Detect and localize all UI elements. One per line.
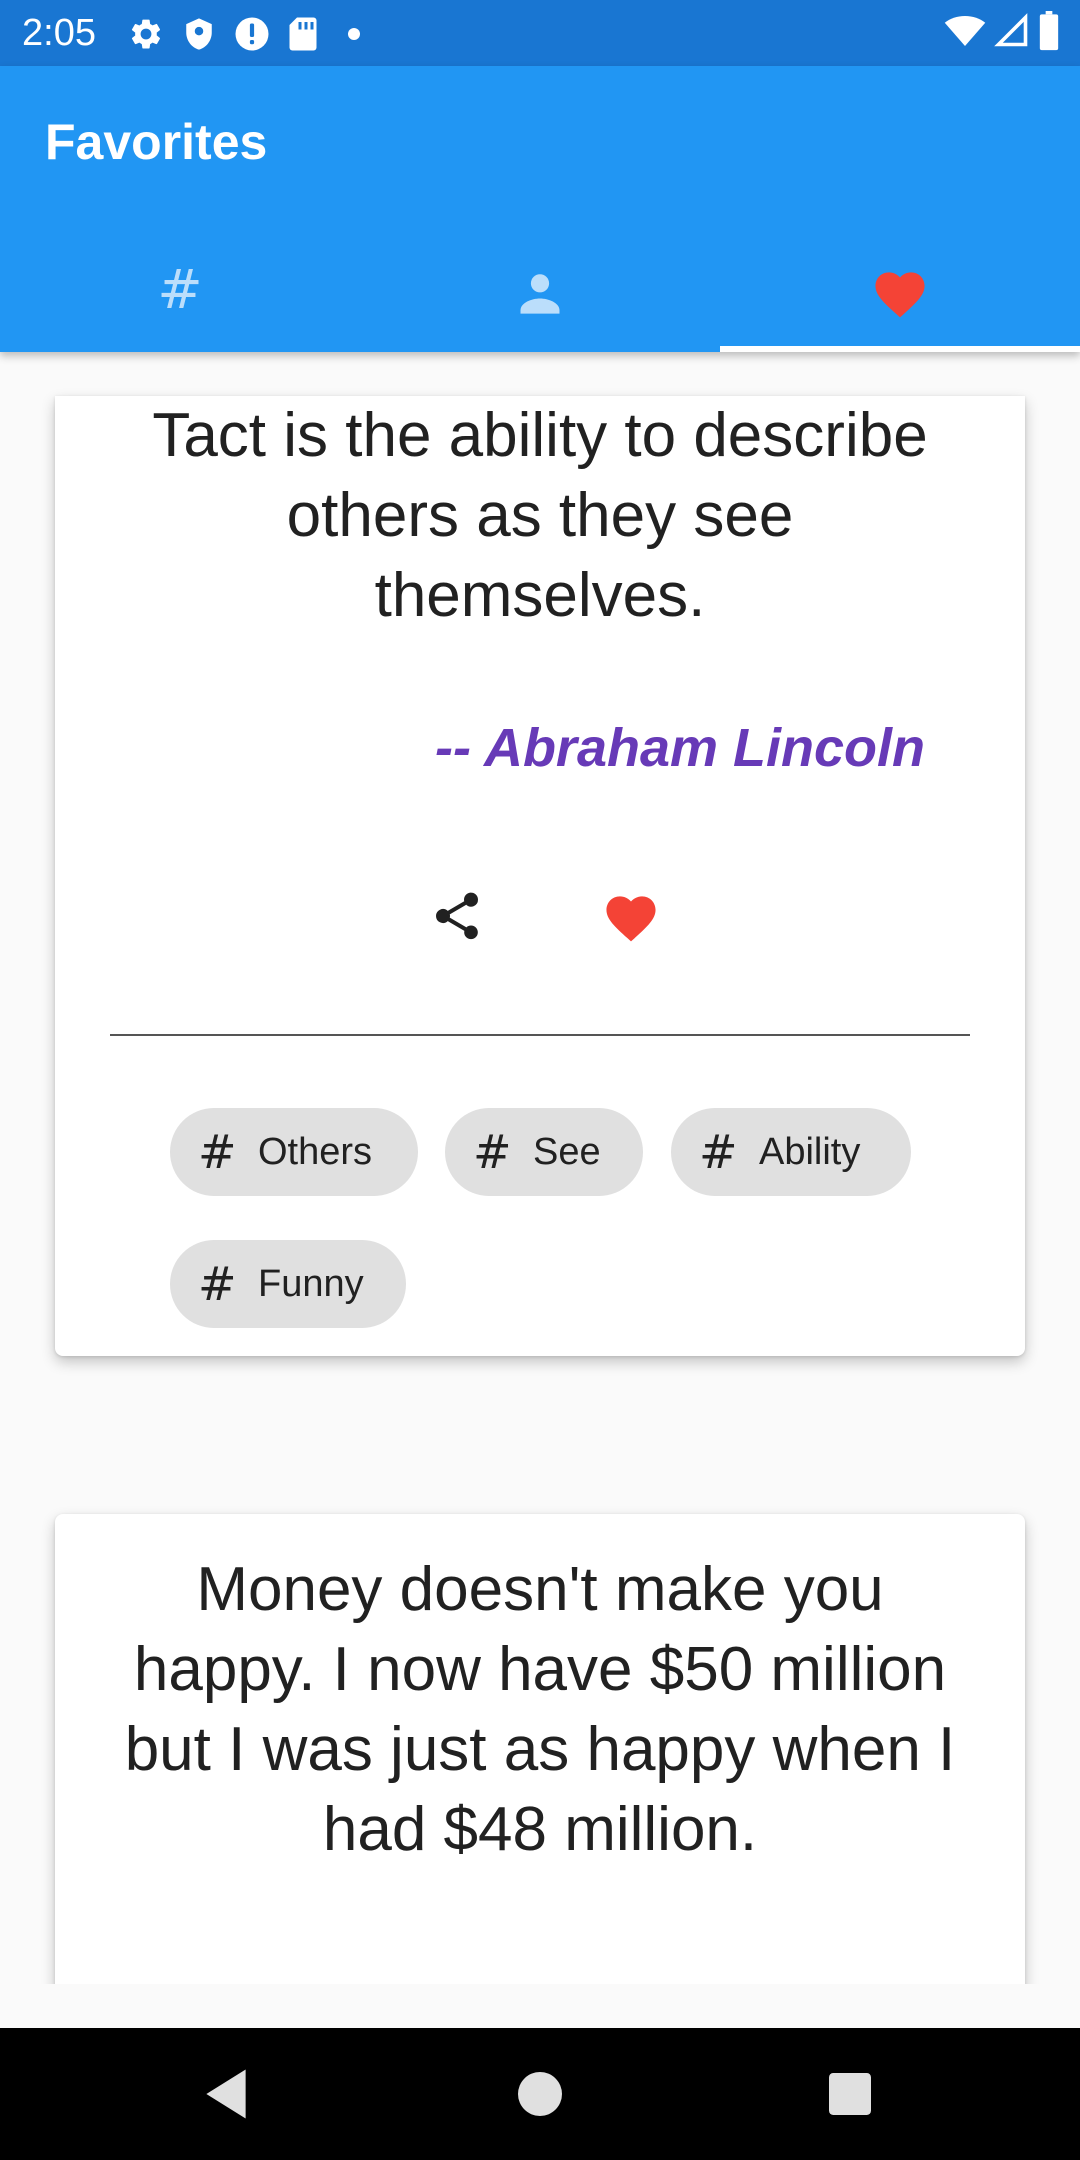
quote-author[interactable]: -- Abraham Lincoln (435, 716, 925, 780)
divider (110, 1034, 970, 1036)
status-time: 2:05 (22, 12, 96, 54)
heart-icon (870, 272, 930, 319)
hash-icon: # (198, 1125, 237, 1179)
home-icon (518, 2072, 562, 2116)
hash-icon: # (157, 258, 203, 321)
quote-card: Tact is the ability to describe others a… (55, 396, 1025, 1356)
wifi-icon (944, 13, 986, 54)
heart-icon (601, 889, 661, 943)
dot-icon (336, 16, 372, 52)
favorite-button[interactable] (595, 884, 667, 948)
recents-icon (829, 2073, 871, 2115)
signal-icon (994, 12, 1030, 54)
recents-button[interactable] (814, 2058, 886, 2130)
app-bar: Favorites # (0, 66, 1080, 352)
gear-icon (128, 16, 164, 52)
hash-icon: # (699, 1125, 738, 1179)
share-icon (429, 887, 485, 945)
person-icon (514, 274, 566, 318)
status-icons-left (128, 14, 372, 54)
tag-label: Funny (258, 1263, 364, 1305)
back-button[interactable] (190, 2058, 262, 2130)
quote-card: Money doesn't make you happy. I now have… (55, 1514, 1025, 1984)
tag-chip[interactable]: # Ability (671, 1108, 911, 1196)
tab-indicator (720, 346, 1080, 352)
alert-icon (234, 16, 270, 52)
tag-chip[interactable]: # Funny (170, 1240, 406, 1328)
tag-chip[interactable]: # Others (170, 1108, 418, 1196)
tab-bar: # (0, 242, 1080, 352)
share-button[interactable] (425, 884, 489, 948)
tag-chip[interactable]: # See (445, 1108, 643, 1196)
page-title: Favorites (45, 114, 268, 170)
tab-favorites[interactable] (720, 242, 1080, 352)
tab-authors[interactable] (360, 242, 720, 352)
tab-tags[interactable]: # (0, 242, 360, 352)
screen: 2:05 Favorites # Tact is the ability to … (0, 0, 1080, 2160)
home-button[interactable] (504, 2058, 576, 2130)
quote-actions (55, 876, 1025, 956)
status-icons-right (944, 10, 1060, 56)
tag-label: Others (258, 1131, 373, 1173)
quote-list[interactable]: Tact is the ability to describe others a… (0, 352, 1080, 1984)
quote-text: Tact is the ability to describe others a… (152, 401, 928, 630)
tag-label: Ability (759, 1131, 861, 1173)
quote-text: Money doesn't make you happy. I now have… (124, 1555, 956, 1864)
navigation-bar (0, 2028, 1080, 2160)
back-icon (201, 2067, 251, 2121)
battery-icon (1038, 10, 1060, 56)
status-bar: 2:05 (0, 0, 1080, 66)
hash-icon: # (473, 1125, 512, 1179)
tag-label: See (533, 1131, 601, 1173)
sd-card-icon (288, 16, 318, 52)
hash-icon: # (198, 1257, 237, 1311)
shield-icon (182, 16, 216, 52)
